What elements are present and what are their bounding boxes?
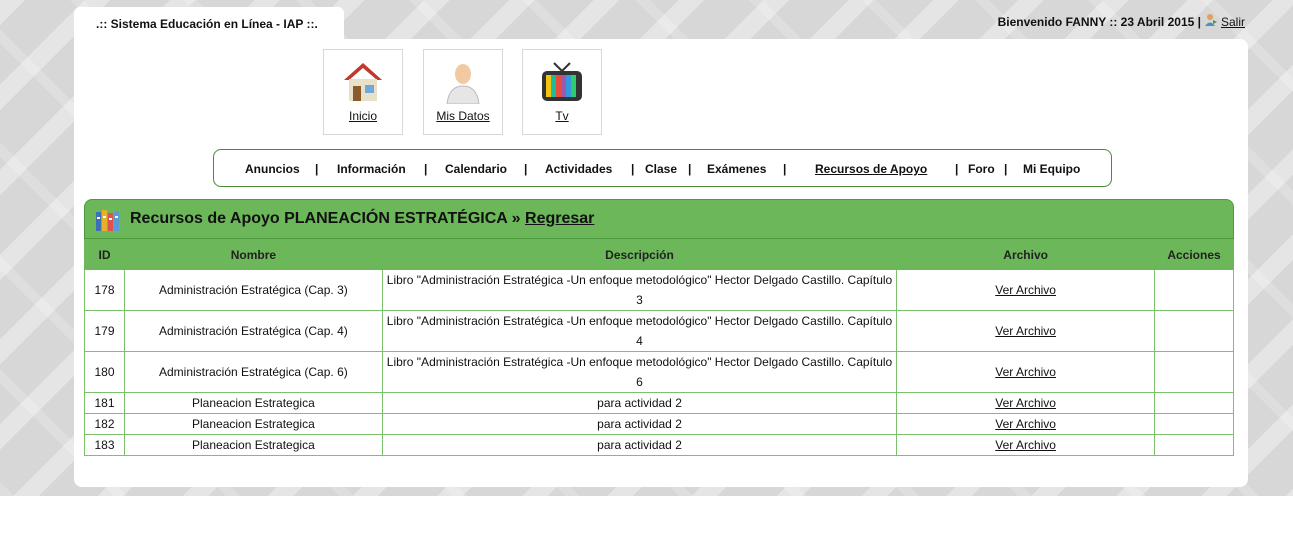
- cell-archivo: Ver Archivo: [896, 310, 1155, 352]
- quick-link-tv[interactable]: Tv: [522, 49, 602, 135]
- table-row: 182 Planeacion Estrategica para activida…: [84, 413, 1234, 435]
- cell-nombre: Administración Estratégica (Cap. 4): [123, 310, 383, 352]
- logout-user-icon[interactable]: [1204, 13, 1218, 27]
- view-file-link[interactable]: Ver Archivo: [995, 396, 1056, 410]
- home-icon: [344, 63, 382, 101]
- table-row: 180 Administración Estratégica (Cap. 6) …: [84, 351, 1234, 393]
- nav-item-recursos-de-apoyo[interactable]: Recursos de Apoyo: [815, 162, 927, 176]
- cell-descripcion: para actividad 2: [381, 413, 898, 435]
- cell-nombre: Planeacion Estrategica: [123, 434, 383, 456]
- nav-item-examenes[interactable]: Exámenes: [707, 162, 766, 176]
- cell-id: 181: [84, 392, 125, 414]
- cell-id: 178: [84, 269, 125, 311]
- welcome-bar: Bienvenido FANNY :: 23 Abril 2015 | Sali…: [997, 13, 1245, 29]
- view-file-link[interactable]: Ver Archivo: [995, 283, 1056, 297]
- cell-nombre: Administración Estratégica (Cap. 3): [123, 269, 383, 311]
- section-title-text: Recursos de Apoyo PLANEACIÓN ESTRATÉGICA…: [130, 210, 521, 227]
- nav-separator: |: [1004, 162, 1008, 176]
- cell-nombre: Administración Estratégica (Cap. 6): [123, 351, 383, 393]
- logout-link[interactable]: Salir: [1221, 15, 1245, 29]
- cell-archivo: Ver Archivo: [896, 434, 1155, 456]
- table-header-row: ID Nombre Descripción Archivo Acciones: [84, 239, 1234, 270]
- cell-id: 182: [84, 413, 125, 435]
- table-row: 178 Administración Estratégica (Cap. 3) …: [84, 269, 1234, 311]
- nav-separator: |: [783, 162, 787, 176]
- nav-item-anuncios[interactable]: Anuncios: [245, 162, 300, 176]
- table-row: 179 Administración Estratégica (Cap. 4) …: [84, 310, 1234, 352]
- books-icon: [96, 210, 119, 231]
- view-file-link[interactable]: Ver Archivo: [995, 365, 1056, 379]
- cell-nombre: Planeacion Estrategica: [123, 392, 383, 414]
- nav-separator: |: [315, 162, 319, 176]
- cell-nombre: Planeacion Estrategica: [123, 413, 383, 435]
- nav-item-informacion[interactable]: Información: [337, 162, 406, 176]
- column-header-archivo: Archivo: [896, 239, 1155, 270]
- cell-acciones: [1154, 413, 1234, 435]
- cell-descripcion: para actividad 2: [381, 434, 898, 456]
- cell-descripcion: Libro "Administración Estratégica -Un en…: [381, 269, 898, 311]
- system-title: .:: Sistema Educación en Línea - IAP ::.: [74, 7, 344, 43]
- quick-link-inicio[interactable]: Inicio: [323, 49, 403, 135]
- cell-archivo: Ver Archivo: [896, 413, 1155, 435]
- cell-id: 179: [84, 310, 125, 352]
- welcome-text: Bienvenido FANNY :: 23 Abril 2015 |: [997, 15, 1201, 29]
- cell-acciones: [1154, 392, 1234, 414]
- column-header-id: ID: [84, 239, 125, 270]
- column-header-descripcion: Descripción: [381, 239, 898, 270]
- main-nav: Anuncios | Información | Calendario | Ac…: [213, 149, 1112, 187]
- cell-id: 183: [84, 434, 125, 456]
- cell-archivo: Ver Archivo: [896, 392, 1155, 414]
- table-row: 181 Planeacion Estrategica para activida…: [84, 392, 1234, 414]
- cell-archivo: Ver Archivo: [896, 351, 1155, 393]
- section-title: Recursos de Apoyo PLANEACIÓN ESTRATÉGICA…: [130, 210, 594, 228]
- quick-link-label[interactable]: Tv: [523, 109, 601, 123]
- nav-item-calendario[interactable]: Calendario: [445, 162, 507, 176]
- nav-item-mi-equipo[interactable]: Mi Equipo: [1023, 162, 1080, 176]
- nav-separator: |: [688, 162, 692, 176]
- column-header-nombre: Nombre: [123, 239, 383, 270]
- cell-descripcion: para actividad 2: [381, 392, 898, 414]
- nav-separator: |: [424, 162, 428, 176]
- section-header: Recursos de Apoyo PLANEACIÓN ESTRATÉGICA…: [84, 199, 1234, 239]
- quick-link-mis-datos[interactable]: Mis Datos: [423, 49, 503, 135]
- column-header-acciones: Acciones: [1154, 239, 1234, 270]
- back-link[interactable]: Regresar: [525, 210, 594, 227]
- quick-link-label[interactable]: Inicio: [324, 109, 402, 123]
- cell-acciones: [1154, 310, 1234, 352]
- cell-acciones: [1154, 434, 1234, 456]
- cell-archivo: Ver Archivo: [896, 269, 1155, 311]
- cell-acciones: [1154, 269, 1234, 311]
- view-file-link[interactable]: Ver Archivo: [995, 324, 1056, 338]
- quick-link-label[interactable]: Mis Datos: [424, 109, 502, 123]
- nav-item-actividades[interactable]: Actividades: [545, 162, 612, 176]
- user-profile-icon: [446, 64, 480, 104]
- nav-separator: |: [524, 162, 528, 176]
- view-file-link[interactable]: Ver Archivo: [995, 438, 1056, 452]
- nav-separator: |: [955, 162, 959, 176]
- nav-item-clase[interactable]: Clase: [645, 162, 677, 176]
- resources-table: ID Nombre Descripción Archivo Acciones 1…: [84, 239, 1234, 456]
- cell-descripcion: Libro "Administración Estratégica -Un en…: [381, 351, 898, 393]
- cell-id: 180: [84, 351, 125, 393]
- table-row: 183 Planeacion Estrategica para activida…: [84, 434, 1234, 456]
- view-file-link[interactable]: Ver Archivo: [995, 417, 1056, 431]
- tv-icon: [542, 62, 582, 101]
- cell-acciones: [1154, 351, 1234, 393]
- nav-separator: |: [631, 162, 635, 176]
- nav-item-foro[interactable]: Foro: [968, 162, 995, 176]
- cell-descripcion: Libro "Administración Estratégica -Un en…: [381, 310, 898, 352]
